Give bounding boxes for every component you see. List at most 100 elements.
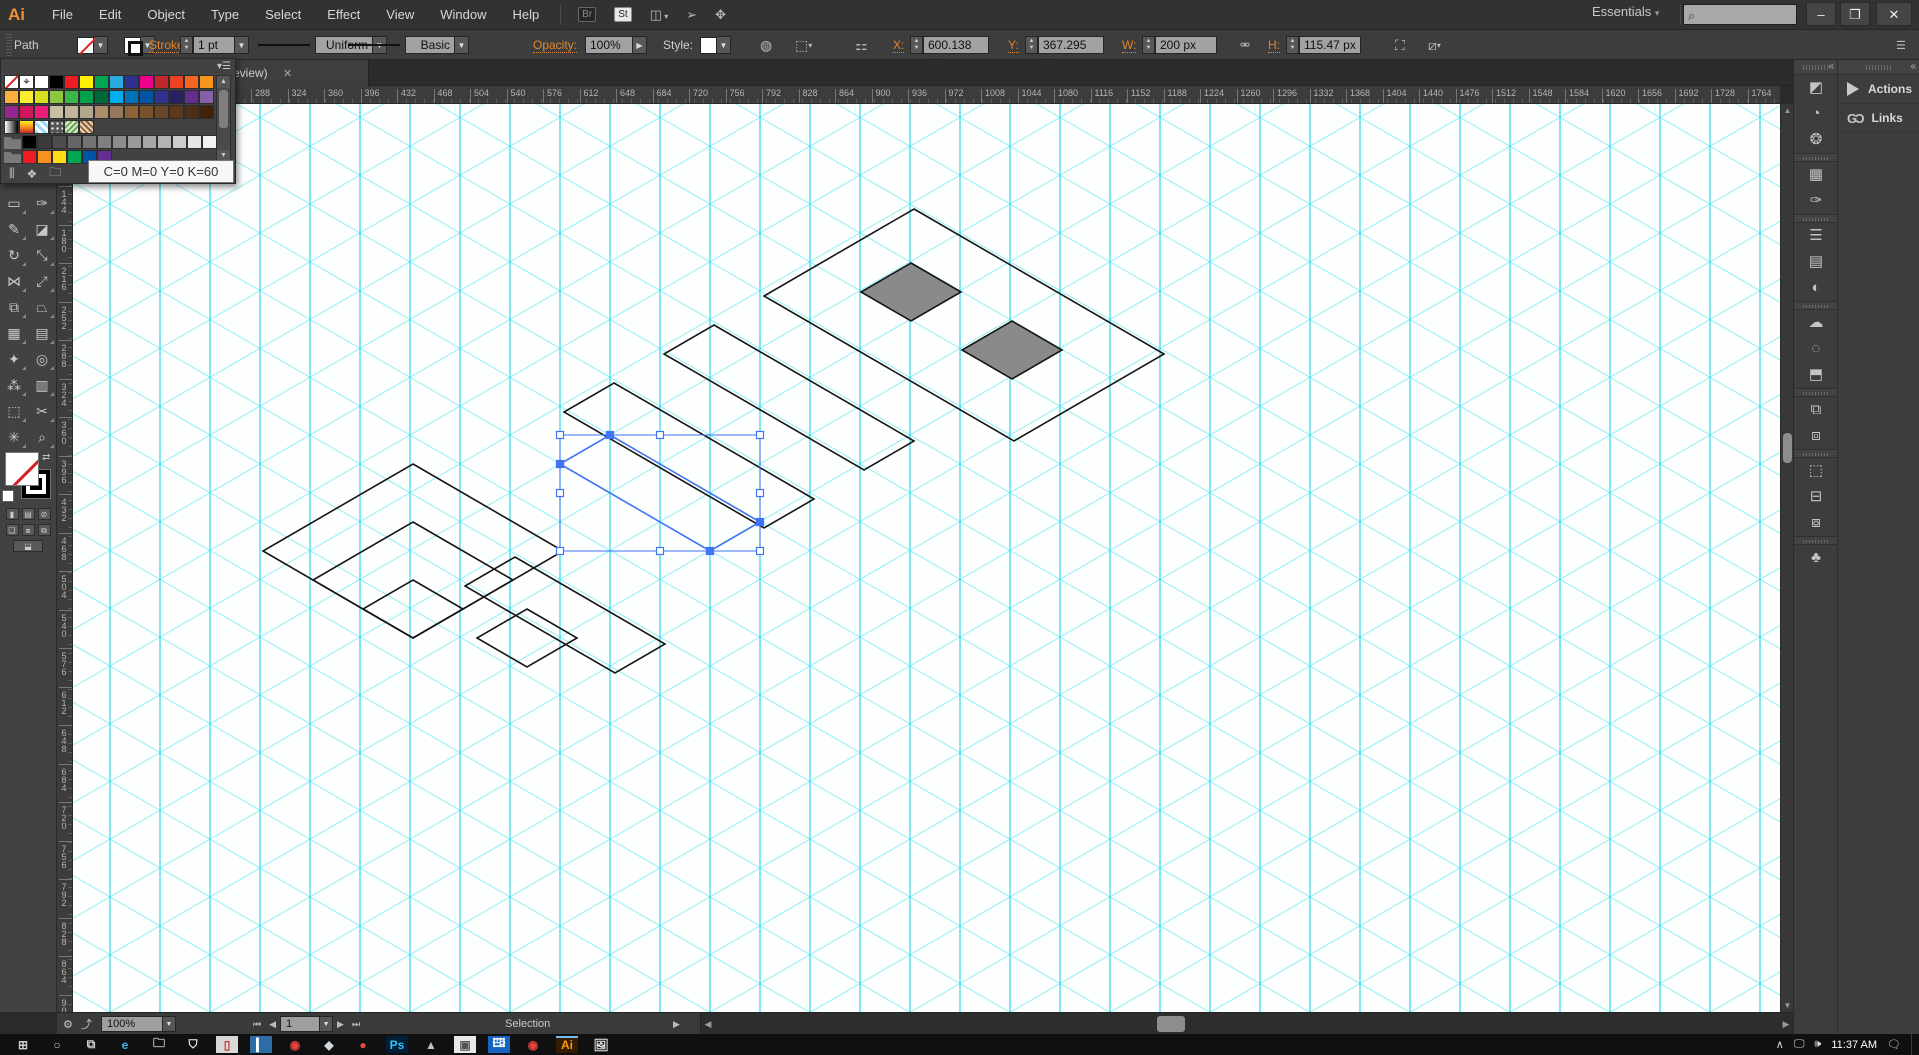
cc-libraries-icon[interactable]: ☁ <box>1794 310 1838 336</box>
none-swatch[interactable] <box>4 75 19 89</box>
control-panel-menu-icon[interactable]: ☰ <box>1896 39 1906 52</box>
stroke-weight-value[interactable]: 1 pt <box>193 36 235 54</box>
close-button[interactable]: ✕ <box>1876 2 1912 26</box>
color-swatch[interactable] <box>172 135 187 149</box>
last-artboard-icon[interactable]: ⏭ <box>352 1019 360 1030</box>
transform-panel-icon[interactable]: ⬚ <box>1794 458 1838 484</box>
bounding-box-handle[interactable] <box>755 546 765 556</box>
dock-grip[interactable] <box>1865 65 1892 70</box>
first-artboard-icon[interactable]: ⏮ <box>253 1019 261 1030</box>
vertical-scrollbar[interactable]: ▲ ▼ <box>1780 104 1793 1012</box>
brush-value[interactable]: Basic <box>405 36 455 54</box>
gradient-tool[interactable]: ▤ <box>28 320 56 346</box>
document-setup-icon[interactable]: ◍ <box>760 37 772 54</box>
show-swatch-kinds-icon[interactable]: 🗀 <box>49 163 61 184</box>
h-value[interactable]: 115.47 px <box>1299 36 1361 54</box>
dock-grip[interactable] <box>1802 65 1829 70</box>
style-dropdown[interactable]: ▼ <box>717 36 731 54</box>
arrange-panel-icon[interactable]: ⧈ <box>1794 423 1838 449</box>
opacity-label[interactable]: Opacity: <box>533 38 578 53</box>
menu-type[interactable]: Type <box>198 0 252 30</box>
search-button[interactable]: ○ <box>46 1036 68 1053</box>
bounding-box-handle[interactable] <box>755 430 765 440</box>
photoshop-icon[interactable]: Ps <box>386 1036 408 1053</box>
screen-mode-button[interactable]: ⬓ <box>13 540 43 552</box>
swatch-group-folder-icon[interactable] <box>4 152 21 164</box>
illustrator-icon[interactable]: Ai <box>556 1036 578 1053</box>
hand-tool[interactable]: ✳ <box>0 424 28 450</box>
taskbar-clock[interactable]: 11:37 AM <box>1831 1039 1877 1051</box>
registration-swatch[interactable]: ⌖ <box>19 75 34 89</box>
color-swatch[interactable] <box>34 75 49 89</box>
status-settings-icon[interactable]: ⚙ <box>63 1018 73 1031</box>
y-label[interactable]: Y: <box>1008 38 1019 53</box>
scale-tool[interactable]: ⤡ <box>28 242 56 268</box>
minimize-button[interactable]: – <box>1806 2 1836 26</box>
h-stepper[interactable]: ▲ ▼ <box>1286 36 1299 54</box>
color-guide-icon[interactable]: ◔ <box>1794 101 1838 127</box>
gradient-panel-icon[interactable]: ▤ <box>1794 249 1838 275</box>
selection-panel-icon[interactable]: ◌ <box>1794 336 1838 362</box>
menu-help[interactable]: Help <box>499 0 552 30</box>
color-swatch[interactable] <box>67 135 82 149</box>
arrange-documents-button[interactable]: ◫ ▾ <box>650 7 669 23</box>
dock-group-grip[interactable] <box>1794 449 1837 458</box>
artboard-dropdown[interactable]: ▼ <box>320 1016 334 1032</box>
app-white-square-icon[interactable]: ▣ <box>454 1036 476 1053</box>
stroke-stepper[interactable]: ▲ ▼ <box>180 36 193 54</box>
color-swatch[interactable] <box>22 150 37 164</box>
vertical-scrollbar-thumb[interactable] <box>1783 433 1792 463</box>
vertical-ruler[interactable]: 1 4 4 1 8 0 2 1 6 2 5 2 2 8 8 3 2 4 3 6 0 3 9 6… <box>57 104 73 1012</box>
actions-panel-tab[interactable]: Actions <box>1838 75 1919 104</box>
anchor-point-handle[interactable] <box>605 430 615 440</box>
color-swatch[interactable] <box>34 90 49 104</box>
share-icon[interactable]: ➢ <box>686 7 697 23</box>
color-swatch[interactable] <box>109 75 124 89</box>
swatches-scrollbar[interactable]: ▲ ▼ <box>216 75 231 163</box>
menu-object[interactable]: Object <box>134 0 198 30</box>
gradient-swatch[interactable] <box>4 120 19 134</box>
color-swatch[interactable] <box>199 90 214 104</box>
mesh-tool[interactable]: ▦ <box>0 320 28 346</box>
brush-dropdown[interactable]: ▼ <box>455 36 469 54</box>
color-swatch[interactable] <box>184 90 199 104</box>
x-stepper[interactable]: ▲ ▼ <box>910 36 923 54</box>
draw-normal-button[interactable]: ❏ <box>5 524 19 536</box>
color-swatch[interactable] <box>199 105 214 119</box>
bounding-box-handle[interactable] <box>655 546 665 556</box>
paintbrush-tool[interactable]: ✑ <box>28 190 56 216</box>
color-swatch[interactable] <box>109 90 124 104</box>
perspective-grid-tool[interactable]: ⏢ <box>28 294 56 320</box>
color-swatch[interactable] <box>94 75 109 89</box>
color-swatch[interactable] <box>34 105 49 119</box>
color-swatch[interactable] <box>67 150 82 164</box>
stroke-color-swatch[interactable] <box>124 36 143 56</box>
color-swatch[interactable] <box>37 150 52 164</box>
color-swatch[interactable] <box>184 75 199 89</box>
symbol-sprayer-tool[interactable]: ⁂ <box>0 372 28 398</box>
color-swatch[interactable] <box>22 135 37 149</box>
color-swatch[interactable] <box>109 105 124 119</box>
start-button[interactable]: ⊞ <box>12 1036 34 1053</box>
color-swatch[interactable] <box>79 90 94 104</box>
tray-expand-icon[interactable]: ∧ <box>1776 1038 1784 1051</box>
color-swatch[interactable] <box>79 105 94 119</box>
color-swatch[interactable] <box>124 105 139 119</box>
zoom-tool[interactable]: ⌕ <box>28 424 56 450</box>
shear-icon[interactable]: ⧄ <box>1428 37 1437 54</box>
color-swatch[interactable] <box>64 90 79 104</box>
gradient-button[interactable]: ▤ <box>21 508 35 520</box>
color-swatch[interactable] <box>139 75 154 89</box>
h-label[interactable]: H: <box>1268 38 1280 53</box>
transparency-panel-icon[interactable]: ◐ <box>1794 275 1838 301</box>
app-ruler-icon[interactable]: ▯ <box>216 1036 238 1053</box>
rectangle-tool[interactable]: ▭ <box>0 190 28 216</box>
color-swatch[interactable] <box>127 135 142 149</box>
color-swatch[interactable] <box>49 105 64 119</box>
color-swatch[interactable] <box>49 75 64 89</box>
swatch-libraries-icon[interactable]: ⫼ <box>9 166 15 181</box>
artboard-number-field[interactable]: 1 <box>280 1016 321 1032</box>
zoom-level-field[interactable]: 100% <box>101 1016 163 1032</box>
color-swatch[interactable] <box>97 135 112 149</box>
tray-volume-icon[interactable]: 🕪 <box>1814 1038 1821 1051</box>
